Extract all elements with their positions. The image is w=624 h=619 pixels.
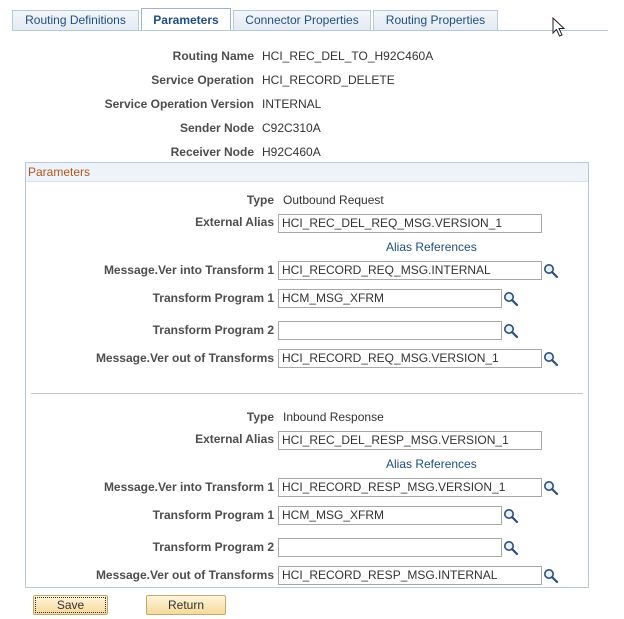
outbound-transform1-lookup-icon[interactable] [503, 291, 519, 307]
outbound-type-value: Outbound Request [283, 193, 384, 207]
outbound-transform1-label: Transform Program 1 [152, 291, 274, 305]
routing-name-value: HCI_REC_DEL_TO_H92C460A [262, 49, 434, 63]
sender-node-label: Sender Node [179, 121, 254, 135]
parameters-group: Parameters Type Outbound Request Externa… [25, 162, 589, 588]
outbound-msg-into-input[interactable]: HCI_RECORD_REQ_MSG.INTERNAL [278, 261, 542, 280]
service-operation-value: HCI_RECORD_DELETE [262, 73, 395, 87]
inbound-transform2-lookup-icon[interactable] [503, 540, 519, 556]
inbound-transform1-lookup-icon[interactable] [503, 508, 519, 524]
outbound-external-alias-input[interactable]: HCI_REC_DEL_REQ_MSG.VERSION_1 [278, 214, 542, 233]
inbound-transform1-input[interactable]: HCM_MSG_XFRM [278, 506, 502, 525]
parameters-group-title: Parameters [28, 165, 91, 179]
inbound-alias-references-link[interactable]: Alias References [386, 457, 477, 471]
inbound-external-alias-label: External Alias [195, 432, 274, 446]
tab-routing-definitions[interactable]: Routing Definitions [12, 10, 139, 30]
return-button[interactable]: Return [146, 595, 226, 615]
outbound-transform1-input[interactable]: HCM_MSG_XFRM [278, 289, 502, 308]
outbound-msg-out-lookup-icon[interactable] [543, 351, 559, 367]
inbound-msg-into-input[interactable]: HCI_RECORD_RESP_MSG.VERSION_1 [278, 478, 542, 497]
inbound-transform1-label: Transform Program 1 [152, 508, 274, 522]
inbound-msg-out-input[interactable]: HCI_RECORD_RESP_MSG.INTERNAL [278, 566, 542, 585]
inbound-msg-out-label: Message.Ver out of Transforms [95, 568, 274, 582]
tab-connector-properties[interactable]: Connector Properties [233, 10, 371, 30]
service-operation-label: Service Operation [151, 73, 254, 87]
outbound-transform2-label: Transform Program 2 [152, 323, 274, 337]
inbound-transform2-input[interactable] [278, 538, 502, 557]
tab-routing-properties[interactable]: Routing Properties [373, 10, 498, 30]
inbound-msg-into-lookup-icon[interactable] [543, 480, 559, 496]
parameters-group-header: Parameters [26, 163, 588, 182]
outbound-msg-out-label: Message.Ver out of Transforms [95, 351, 274, 365]
tab-strip-line [12, 30, 608, 31]
outbound-type-label: Type [246, 193, 274, 207]
sender-node-value: C92C310A [262, 121, 321, 135]
outbound-external-alias-label: External Alias [195, 215, 274, 229]
routing-name-label: Routing Name [172, 49, 254, 63]
outbound-transform2-input[interactable] [278, 321, 502, 340]
inbound-transform2-label: Transform Program 2 [152, 540, 274, 554]
outbound-transform2-lookup-icon[interactable] [503, 323, 519, 339]
inbound-msg-into-label: Message.Ver into Transform 1 [103, 480, 274, 494]
outbound-msg-into-lookup-icon[interactable] [543, 263, 559, 279]
mouse-pointer-icon [552, 17, 566, 37]
save-button[interactable]: Save [33, 595, 108, 615]
inbound-type-label: Type [246, 410, 274, 424]
outbound-msg-out-input[interactable]: HCI_RECORD_REQ_MSG.VERSION_1 [278, 349, 542, 368]
outbound-msg-into-label: Message.Ver into Transform 1 [103, 263, 274, 277]
inbound-msg-out-lookup-icon[interactable] [543, 568, 559, 584]
service-operation-version-value: INTERNAL [262, 97, 322, 111]
section-divider [31, 393, 583, 394]
service-operation-version-label: Service Operation Version [104, 97, 254, 111]
inbound-external-alias-input[interactable]: HCI_REC_DEL_RESP_MSG.VERSION_1 [278, 431, 542, 450]
tab-parameters[interactable]: Parameters [141, 8, 231, 31]
receiver-node-label: Receiver Node [170, 145, 254, 159]
receiver-node-value: H92C460A [262, 145, 321, 159]
outbound-alias-references-link[interactable]: Alias References [386, 240, 477, 254]
inbound-type-value: Inbound Response [283, 410, 384, 424]
